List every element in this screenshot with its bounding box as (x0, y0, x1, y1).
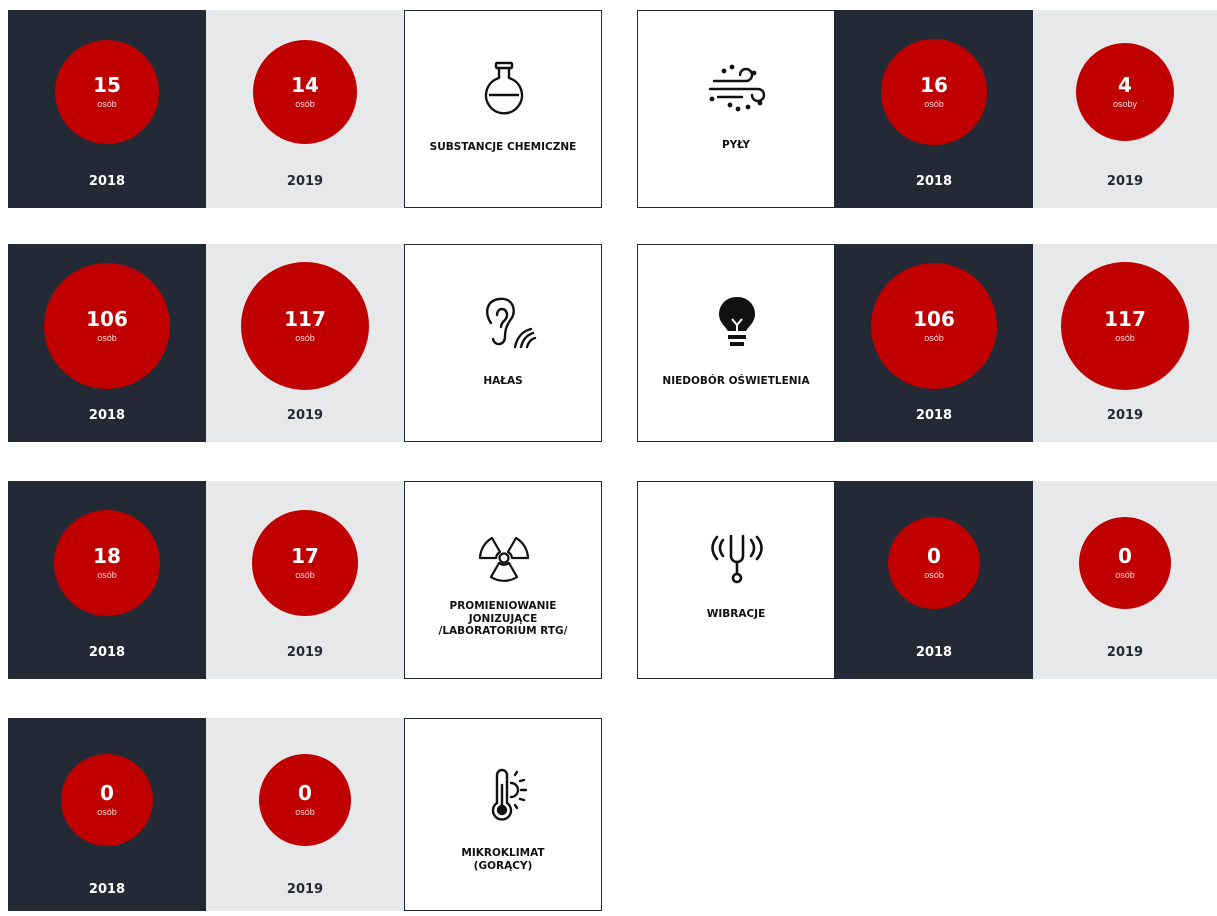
category-label: MIKROKLIMAT (GORĄCY) (461, 847, 545, 872)
category-label: NIEDOBÓR OŚWIETLENIA (662, 375, 810, 387)
value-bubble: 0 osób (259, 754, 351, 846)
year-label: 2018 (915, 408, 953, 423)
cell-2019: 14 osób 2019 (206, 10, 404, 208)
group-niedobor-oswietlenia: NIEDOBÓR OŚWIETLENIA 106 osób 2018 117 o… (637, 244, 1217, 442)
year-label: 2019 (286, 408, 324, 423)
category-label: HAŁAS (483, 375, 523, 387)
wind-dust-icon (708, 64, 766, 112)
value-number: 117 (284, 307, 326, 331)
cell-2019: 4 osoby 2019 (1033, 10, 1217, 208)
group-pyly: PYŁY 16 osób 2018 4 osoby 2019 (637, 10, 1217, 208)
value-number: 4 (1118, 72, 1132, 97)
group-wibracje: WIBRACJE 0 osób 2018 0 osób 2019 (637, 481, 1217, 679)
value-bubble: 117 osób (241, 262, 369, 390)
year-label: 2018 (915, 174, 953, 189)
category-box: WIBRACJE (637, 481, 835, 679)
value-bubble: 17 osób (252, 510, 358, 616)
lightbulb-icon (719, 297, 755, 346)
category-box: SUBSTANCJE CHEMICZNE (404, 10, 602, 208)
value-unit: osób (295, 98, 315, 109)
value-unit: osób (924, 570, 944, 580)
cell-2019: 117 osób 2019 (1033, 244, 1217, 442)
value-number: 17 (291, 543, 319, 568)
cell-2019: 17 osób 2019 (206, 481, 404, 679)
value-number: 18 (93, 543, 121, 568)
value-bubble: 16 osób (881, 39, 987, 145)
value-bubble: 106 osób (43, 262, 171, 390)
group-halas: 106 osób 2018 117 osób 2019 HAŁAS (8, 244, 602, 442)
value-unit: osób (295, 807, 315, 817)
category-box: PYŁY (637, 10, 835, 208)
category-box: HAŁAS (404, 244, 602, 442)
value-number: 106 (86, 306, 128, 331)
value-number: 0 (927, 544, 941, 568)
category-box: NIEDOBÓR OŚWIETLENIA (637, 244, 835, 442)
year-label: 2019 (286, 645, 324, 660)
value-number: 106 (913, 306, 955, 331)
cell-2019: 117 osób 2019 (206, 244, 404, 442)
value-number: 15 (93, 72, 121, 97)
year-label: 2018 (915, 645, 953, 660)
cell-2018: 0 osób 2018 (8, 718, 206, 911)
year-label: 2018 (88, 645, 126, 660)
value-unit: osób (1115, 333, 1135, 343)
value-number: 0 (100, 781, 114, 805)
year-label: 2018 (88, 882, 126, 897)
value-bubble: 0 osób (888, 517, 980, 609)
value-number: 16 (920, 72, 948, 97)
value-unit: osób (97, 807, 117, 817)
ear-noise-icon (486, 297, 537, 349)
value-bubble: 14 osób (252, 39, 358, 145)
value-bubble: 106 osób (870, 262, 998, 390)
year-label: 2019 (1106, 174, 1144, 189)
cell-2019: 0 osób 2019 (206, 718, 404, 911)
year-label: 2018 (88, 174, 126, 189)
value-number: 117 (1104, 307, 1146, 331)
value-bubble: 117 osób (1061, 262, 1189, 390)
value-bubble: 0 osób (61, 754, 153, 846)
value-unit: osób (295, 333, 315, 343)
value-unit: osób (924, 332, 944, 343)
tuning-fork-icon (711, 534, 763, 584)
cell-2019: 0 osób 2019 (1033, 481, 1217, 679)
value-bubble: 4 osoby (1075, 42, 1175, 142)
value-bubble: 15 osób (54, 39, 160, 145)
value-unit: osób (295, 569, 315, 580)
thermometer-sun-icon (491, 768, 528, 821)
group-promieniowanie: 18 osób 2018 17 osób 2019 PROMIENIOWANIE… (8, 481, 602, 679)
value-bubble: 18 osób (53, 509, 161, 617)
cell-2018: 0 osób 2018 (835, 481, 1033, 679)
radiation-icon (478, 536, 530, 582)
category-label: SUBSTANCJE CHEMICZNE (429, 141, 577, 153)
cell-2018: 106 osób 2018 (835, 244, 1033, 442)
value-unit: osób (97, 98, 117, 109)
category-label: WIBRACJE (706, 608, 766, 620)
flask-icon (484, 61, 524, 115)
cell-2018: 18 osób 2018 (8, 481, 206, 679)
group-substancje-chemiczne: 15 osób 2018 14 osób 2019 SUBSTANCJE CHE… (8, 10, 602, 208)
value-number: 0 (298, 781, 312, 805)
year-label: 2019 (286, 882, 324, 897)
value-number: 14 (291, 72, 319, 97)
value-unit: osób (97, 332, 117, 343)
year-label: 2019 (1106, 408, 1144, 423)
value-unit: osób (97, 569, 117, 580)
value-unit: osoby (1112, 98, 1137, 109)
year-label: 2019 (1106, 645, 1144, 660)
value-unit: osób (1115, 570, 1135, 580)
category-label: PROMIENIOWANIE JONIZUJĄCE /LABORATORIUM … (438, 600, 568, 638)
value-bubble: 0 osób (1079, 517, 1171, 609)
cell-2018: 106 osób 2018 (8, 244, 206, 442)
cell-2018: 15 osób 2018 (8, 10, 206, 208)
category-label: PYŁY (721, 139, 750, 151)
cell-2018: 16 osób 2018 (835, 10, 1033, 208)
category-box: PROMIENIOWANIE JONIZUJĄCE /LABORATORIUM … (404, 481, 602, 679)
year-label: 2019 (286, 174, 324, 189)
value-unit: osób (924, 98, 944, 109)
value-number: 0 (1118, 544, 1132, 568)
category-box: MIKROKLIMAT (GORĄCY) (404, 718, 602, 911)
group-mikroklimat: 0 osób 2018 0 osób 2019 MIKROKLIMAT (GOR… (8, 718, 602, 916)
year-label: 2018 (88, 408, 126, 423)
